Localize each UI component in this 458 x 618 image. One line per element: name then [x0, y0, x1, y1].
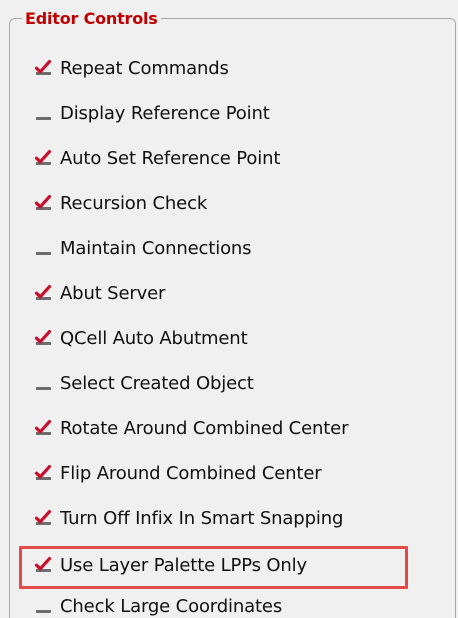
checkmark-icon [34, 420, 52, 434]
checkbox[interactable] [34, 239, 52, 257]
option-label: Display Reference Point [60, 102, 270, 124]
option-label: Recursion Check [60, 192, 208, 214]
group-title: Editor Controls [22, 8, 161, 30]
option-label: Repeat Commands [60, 57, 229, 79]
option-check-large-coordinates[interactable]: Check Large Coordinates [34, 591, 282, 618]
checkbox[interactable] [34, 556, 52, 574]
option-label: Use Layer Palette LPPs Only [60, 554, 308, 576]
checkbox[interactable] [34, 194, 52, 212]
checkmark-icon [34, 510, 52, 524]
option-use-layer-palette-lpps-only[interactable]: Use Layer Palette LPPs Only [34, 550, 307, 580]
option-label: Flip Around Combined Center [60, 462, 322, 484]
checkbox-base [36, 252, 51, 255]
checkmark-icon [34, 465, 52, 479]
option-label: Rotate Around Combined Center [60, 417, 349, 439]
option-flip-around-combined-center[interactable]: Flip Around Combined Center [34, 458, 322, 488]
checkmark-icon [34, 60, 52, 74]
option-label: Select Created Object [60, 372, 254, 394]
checkmark-icon [34, 557, 52, 571]
option-display-reference-point[interactable]: Display Reference Point [34, 98, 270, 128]
checkbox[interactable] [34, 59, 52, 77]
option-label: Check Large Coordinates [60, 595, 283, 617]
option-auto-set-reference-point[interactable]: Auto Set Reference Point [34, 143, 280, 173]
option-abut-server[interactable]: Abut Server [34, 278, 165, 308]
checkmark-icon [34, 330, 52, 344]
checkbox[interactable] [34, 419, 52, 437]
checkbox-base [36, 117, 51, 120]
checkmark-icon [34, 285, 52, 299]
option-select-created-object[interactable]: Select Created Object [34, 368, 254, 398]
option-turn-off-infix-in-smart-snapping[interactable]: Turn Off Infix In Smart Snapping [34, 503, 343, 533]
checkbox[interactable] [34, 104, 52, 122]
checkbox-base [36, 387, 51, 390]
checkbox[interactable] [34, 509, 52, 527]
option-qcell-auto-abutment[interactable]: QCell Auto Abutment [34, 323, 248, 353]
checkmark-icon [34, 195, 52, 209]
checkbox[interactable] [34, 464, 52, 482]
checkbox[interactable] [34, 284, 52, 302]
option-rotate-around-combined-center[interactable]: Rotate Around Combined Center [34, 413, 349, 443]
option-maintain-connections[interactable]: Maintain Connections [34, 233, 252, 263]
checkbox[interactable] [34, 597, 52, 615]
option-recursion-check[interactable]: Recursion Check [34, 188, 207, 218]
checkbox[interactable] [34, 374, 52, 392]
checkbox-base [36, 610, 51, 613]
checkbox[interactable] [34, 329, 52, 347]
option-label: Auto Set Reference Point [60, 147, 281, 169]
checkmark-icon [34, 150, 52, 164]
option-label: Abut Server [60, 282, 166, 304]
checkbox[interactable] [34, 149, 52, 167]
editor-controls-panel: Editor Controls Repeat Commands Display … [0, 0, 458, 618]
option-label: Turn Off Infix In Smart Snapping [60, 507, 344, 529]
option-repeat-commands[interactable]: Repeat Commands [34, 53, 229, 83]
option-label: Maintain Connections [60, 237, 252, 259]
option-label: QCell Auto Abutment [60, 327, 248, 349]
